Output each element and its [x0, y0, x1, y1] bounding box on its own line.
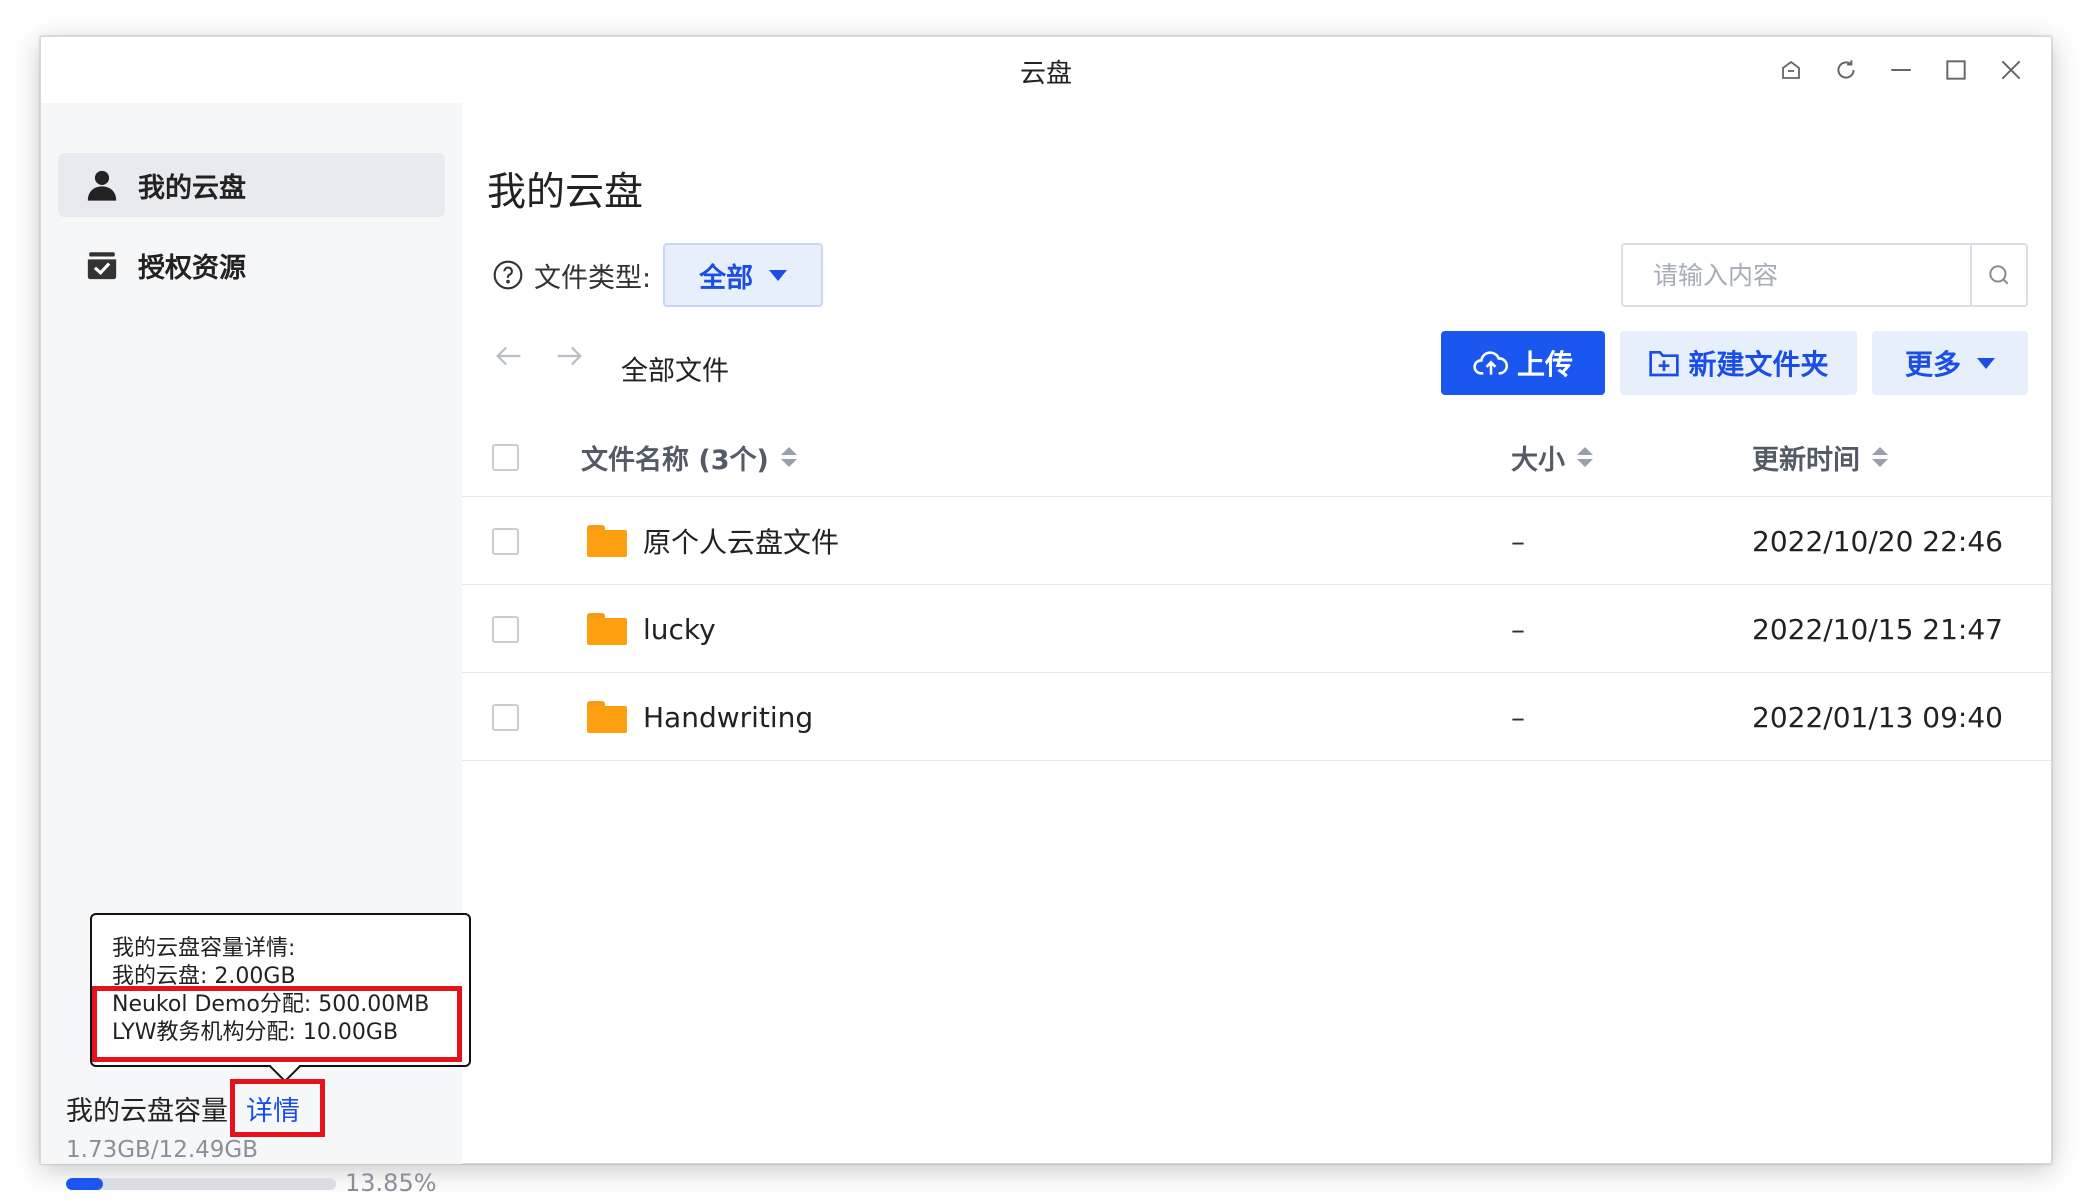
- sort-icon: [1872, 447, 1888, 467]
- capacity-used-total: 1.73GB/12.49GB: [66, 1137, 259, 1163]
- more-label: 更多: [1904, 348, 1961, 381]
- column-size[interactable]: 大小: [1511, 417, 1593, 497]
- file-size: –: [1511, 524, 1525, 558]
- table-row[interactable]: lucky – 2022/10/15 21:47: [462, 585, 2051, 673]
- file-size: –: [1511, 612, 1525, 646]
- tooltip-heading: 我的云盘容量详情:: [112, 936, 296, 961]
- table-row[interactable]: Handwriting – 2022/01/13 09:40: [462, 673, 2051, 761]
- column-size-label: 大小: [1511, 444, 1565, 476]
- row-checkbox[interactable]: [492, 703, 519, 731]
- capacity-progress-fill: [66, 1178, 104, 1190]
- inbox-check-icon: [82, 245, 122, 285]
- app-window: 云盘 我的云盘 授权资源 我的云盘容量详情: 我的云盘: 2.00GB Neuk…: [40, 36, 2052, 1197]
- user-icon: [82, 165, 122, 205]
- file-updated: 2022/10/15 21:47: [1752, 612, 2003, 646]
- folder-icon: [587, 525, 627, 557]
- column-name[interactable]: 文件名称 (3个): [581, 417, 797, 497]
- capacity-percent: 13.85%: [345, 1169, 437, 1197]
- file-name[interactable]: 原个人云盘文件: [643, 521, 839, 561]
- select-all-checkbox[interactable]: [492, 443, 519, 471]
- forward-arrow-icon[interactable]: [552, 339, 586, 373]
- file-name[interactable]: Handwriting: [643, 701, 813, 734]
- window-controls: [1772, 51, 2029, 88]
- table-row[interactable]: 原个人云盘文件 – 2022/10/20 22:46: [462, 497, 2051, 585]
- search-icon: [1986, 262, 2012, 288]
- search-button[interactable]: [1970, 245, 2026, 305]
- folder-add-icon: [1648, 348, 1680, 378]
- sidebar: 我的云盘 授权资源 我的云盘容量详情: 我的云盘: 2.00GB Neukol …: [41, 103, 471, 1197]
- file-type-filter: 文件类型: 全部: [492, 243, 824, 307]
- title-bar: 云盘: [41, 37, 2051, 103]
- back-arrow-icon[interactable]: [492, 339, 526, 373]
- caret-down-icon: [769, 269, 788, 281]
- capacity-progress-bar: [66, 1178, 336, 1190]
- file-updated: 2022/01/13 09:40: [1752, 700, 2003, 734]
- row-checkbox[interactable]: [492, 615, 519, 643]
- new-folder-button[interactable]: 新建文件夹: [1620, 331, 1857, 395]
- folder-icon: [587, 613, 627, 645]
- refresh-icon[interactable]: [1827, 51, 1864, 88]
- search-input[interactable]: [1623, 245, 1970, 305]
- file-name[interactable]: lucky: [643, 613, 716, 646]
- file-updated: 2022/10/20 22:46: [1752, 524, 2003, 558]
- capacity-label: 我的云盘容量: [66, 1096, 228, 1127]
- file-type-label: 文件类型:: [534, 262, 652, 294]
- caret-down-icon: [1977, 357, 1995, 369]
- sidebar-item-label: 我的云盘: [138, 172, 246, 204]
- close-icon[interactable]: [1992, 51, 2029, 88]
- table-header: 文件名称 (3个) 大小 更新时间: [462, 417, 2051, 497]
- maximize-icon[interactable]: [1937, 51, 1974, 88]
- sidebar-item-authorized-resources[interactable]: 授权资源: [58, 233, 445, 297]
- search-box: [1621, 243, 2028, 307]
- upload-button[interactable]: 上传: [1441, 331, 1605, 395]
- breadcrumb[interactable]: 全部文件: [621, 349, 729, 388]
- new-folder-label: 新建文件夹: [1688, 348, 1829, 381]
- cloud-upload-icon: [1473, 348, 1509, 378]
- column-name-label: 文件名称 (3个): [581, 444, 769, 476]
- file-type-value: 全部: [699, 262, 754, 294]
- upload-label: 上传: [1516, 348, 1573, 381]
- folder-icon: [587, 701, 627, 733]
- sort-icon: [780, 447, 797, 467]
- column-updated-label: 更新时间: [1752, 444, 1860, 476]
- history-nav: [492, 339, 586, 373]
- row-checkbox[interactable]: [492, 527, 519, 555]
- file-type-dropdown[interactable]: 全部: [663, 243, 824, 307]
- highlight-box-detail: [230, 1079, 325, 1137]
- select-all-cell: [492, 417, 519, 497]
- help-icon[interactable]: [492, 259, 524, 291]
- minimize-icon[interactable]: [1882, 51, 1919, 88]
- column-updated[interactable]: 更新时间: [1752, 417, 1888, 497]
- home-icon[interactable]: [1772, 51, 1809, 88]
- file-size: –: [1511, 700, 1525, 734]
- window-title: 云盘: [1019, 59, 1072, 89]
- sort-icon: [1577, 447, 1593, 467]
- sidebar-item-my-cloud[interactable]: 我的云盘: [58, 153, 445, 217]
- more-button[interactable]: 更多: [1872, 331, 2028, 395]
- page-title: 我的云盘: [487, 170, 644, 215]
- sidebar-item-label: 授权资源: [138, 252, 246, 284]
- main-content: 我的云盘 文件类型: 全部 请输入内容 全部文件 上传 新建文件夹 更多 文件名…: [462, 103, 2051, 1164]
- highlight-box-allocations: [92, 986, 462, 1062]
